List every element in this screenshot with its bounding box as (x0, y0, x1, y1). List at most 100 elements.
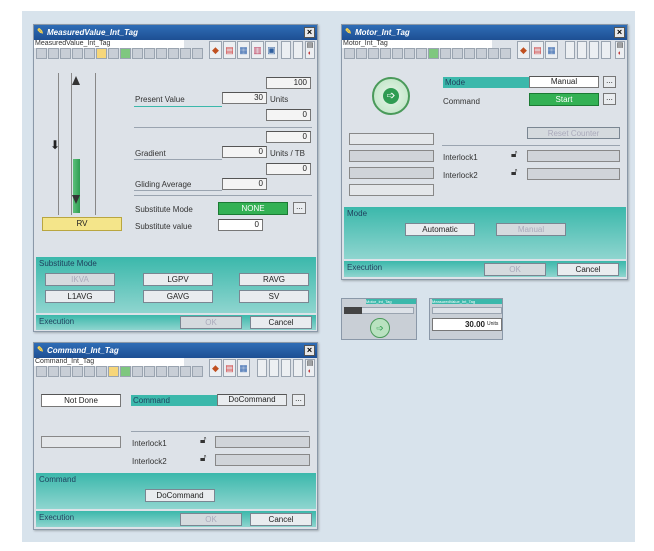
toolbar-slot[interactable] (132, 48, 143, 59)
window-titlebar[interactable]: ✎ MeasuredValue_Int_Tag × (34, 25, 317, 40)
toolbar-slot[interactable] (589, 41, 599, 59)
check-icon[interactable] (120, 366, 131, 377)
ok-button[interactable]: OK (180, 316, 242, 329)
toolbar-slot[interactable] (72, 366, 83, 377)
check-icon[interactable] (120, 48, 131, 59)
faceplate-icon[interactable]: ◆ (209, 359, 222, 377)
gavg-button[interactable]: GAVG (143, 290, 213, 303)
toolbar-slot[interactable] (168, 366, 179, 377)
toolbar-slot[interactable] (440, 48, 451, 59)
alarm-icon[interactable]: ▤ (223, 41, 236, 59)
motor-status-field (349, 167, 434, 179)
mini-motor-block[interactable]: Motor_Int_Tag ➩ (341, 298, 417, 340)
toolbar-slot[interactable] (269, 359, 279, 377)
substitute-mode-button[interactable]: ... (293, 202, 306, 214)
manual-button[interactable]: Manual (496, 223, 566, 236)
pin-icon[interactable]: ▤ ◐ (305, 359, 315, 377)
trend-icon[interactable]: ▦ (237, 359, 250, 377)
toolbar-slot[interactable] (500, 48, 511, 59)
toolbar-slot[interactable] (168, 48, 179, 59)
trend-icon[interactable]: ▦ (545, 41, 558, 59)
mini-measured-value-block[interactable]: MeasuredValue_Int_Tag 30.00 Units (429, 298, 503, 340)
toolbar-slot[interactable] (452, 48, 463, 59)
faceplate-icon[interactable]: ◆ (209, 41, 222, 59)
window-titlebar[interactable]: ✎ Motor_Int_Tag × (342, 25, 627, 40)
ok-button[interactable]: OK (484, 263, 546, 276)
toolbar-slot[interactable] (281, 359, 291, 377)
toolbar-slot[interactable] (380, 48, 391, 59)
present-value-field: 30 (222, 92, 267, 104)
toolbar-slot[interactable] (476, 48, 487, 59)
toolbar-slot[interactable] (48, 48, 59, 59)
command-button[interactable]: ... (292, 394, 305, 406)
cancel-button[interactable]: Cancel (250, 316, 312, 329)
toolbar-slot[interactable] (96, 366, 107, 377)
lgpv-button[interactable]: LGPV (143, 273, 213, 286)
toolbar-slot[interactable] (404, 48, 415, 59)
toolbar-slot[interactable] (464, 48, 475, 59)
toolbar-slot[interactable] (344, 48, 355, 59)
toolbar-slot[interactable] (257, 359, 267, 377)
toolbar-slot[interactable] (368, 48, 379, 59)
toolbar-slot[interactable] (192, 366, 203, 377)
close-icon[interactable]: × (304, 27, 315, 38)
faceplate-icon[interactable]: ◆ (517, 41, 530, 59)
toolbar-slot[interactable] (108, 48, 119, 59)
ravg-button[interactable]: RAVG (239, 273, 309, 286)
toolbar-slot[interactable] (144, 366, 155, 377)
sv-button[interactable]: SV (239, 290, 309, 303)
toolbar-slot[interactable] (84, 366, 95, 377)
reset-counter-button[interactable]: Reset Counter (527, 127, 620, 139)
motor-window: ✎ Motor_Int_Tag × Motor_Int_Tag ◆ ▤ ▦ ▤ ◐… (341, 24, 628, 280)
ikva-button[interactable]: IKVA (45, 273, 115, 286)
window-titlebar[interactable]: ✎ Command_Int_Tag × (34, 343, 317, 358)
toolbar-slot[interactable] (565, 41, 575, 59)
cancel-button[interactable]: Cancel (557, 263, 619, 276)
pin-icon[interactable]: ▤ ◐ (305, 41, 315, 59)
pin-icon[interactable]: ▤ ◐ (615, 41, 625, 59)
toolbar-slot[interactable] (144, 48, 155, 59)
toolbar-slot[interactable] (156, 48, 167, 59)
toolbar-slot[interactable] (156, 366, 167, 377)
command-button[interactable]: ... (603, 93, 616, 105)
close-icon[interactable]: × (614, 27, 625, 38)
docommand-button[interactable]: DoCommand (145, 489, 215, 502)
parameter-icon[interactable]: ▣ (265, 41, 278, 59)
substitute-value-field[interactable]: 0 (218, 219, 263, 231)
command-feedback-field (41, 436, 121, 448)
toolbar-slot[interactable] (392, 48, 403, 59)
toolbar-slot[interactable] (577, 41, 587, 59)
l1avg-button[interactable]: L1AVG (45, 290, 115, 303)
check-icon[interactable] (428, 48, 439, 59)
alarm-icon[interactable]: ▤ (531, 41, 544, 59)
mode-button[interactable]: ... (603, 76, 616, 88)
toolbar-slot[interactable] (293, 359, 303, 377)
close-icon[interactable]: × (304, 345, 315, 356)
toolbar-slot[interactable] (416, 48, 427, 59)
toolbar-slot[interactable] (192, 48, 203, 59)
toolbar-slot[interactable] (60, 366, 71, 377)
trend-icon[interactable]: ▦ (237, 41, 250, 59)
toolbar-slot[interactable] (281, 41, 291, 59)
mini-mv-units: Units (487, 321, 499, 327)
toolbar-slot[interactable] (601, 41, 611, 59)
limit-icon[interactable]: ▥ (251, 41, 264, 59)
folder-icon[interactable] (96, 48, 107, 59)
toolbar-slot[interactable] (36, 366, 47, 377)
toolbar-slot[interactable] (180, 48, 191, 59)
toolbar-slot[interactable] (356, 48, 367, 59)
automatic-button[interactable]: Automatic (405, 223, 475, 236)
toolbar-slot[interactable] (72, 48, 83, 59)
ok-button[interactable]: OK (180, 513, 242, 526)
alarm-icon[interactable]: ▤ (223, 359, 236, 377)
toolbar-slot[interactable] (36, 48, 47, 59)
toolbar-slot[interactable] (60, 48, 71, 59)
toolbar-slot[interactable] (488, 48, 499, 59)
folder-icon[interactable] (108, 366, 119, 377)
toolbar-slot[interactable] (293, 41, 303, 59)
toolbar-slot[interactable] (48, 366, 59, 377)
toolbar-slot[interactable] (84, 48, 95, 59)
toolbar-slot[interactable] (132, 366, 143, 377)
toolbar-slot[interactable] (180, 366, 191, 377)
cancel-button[interactable]: Cancel (250, 513, 312, 526)
